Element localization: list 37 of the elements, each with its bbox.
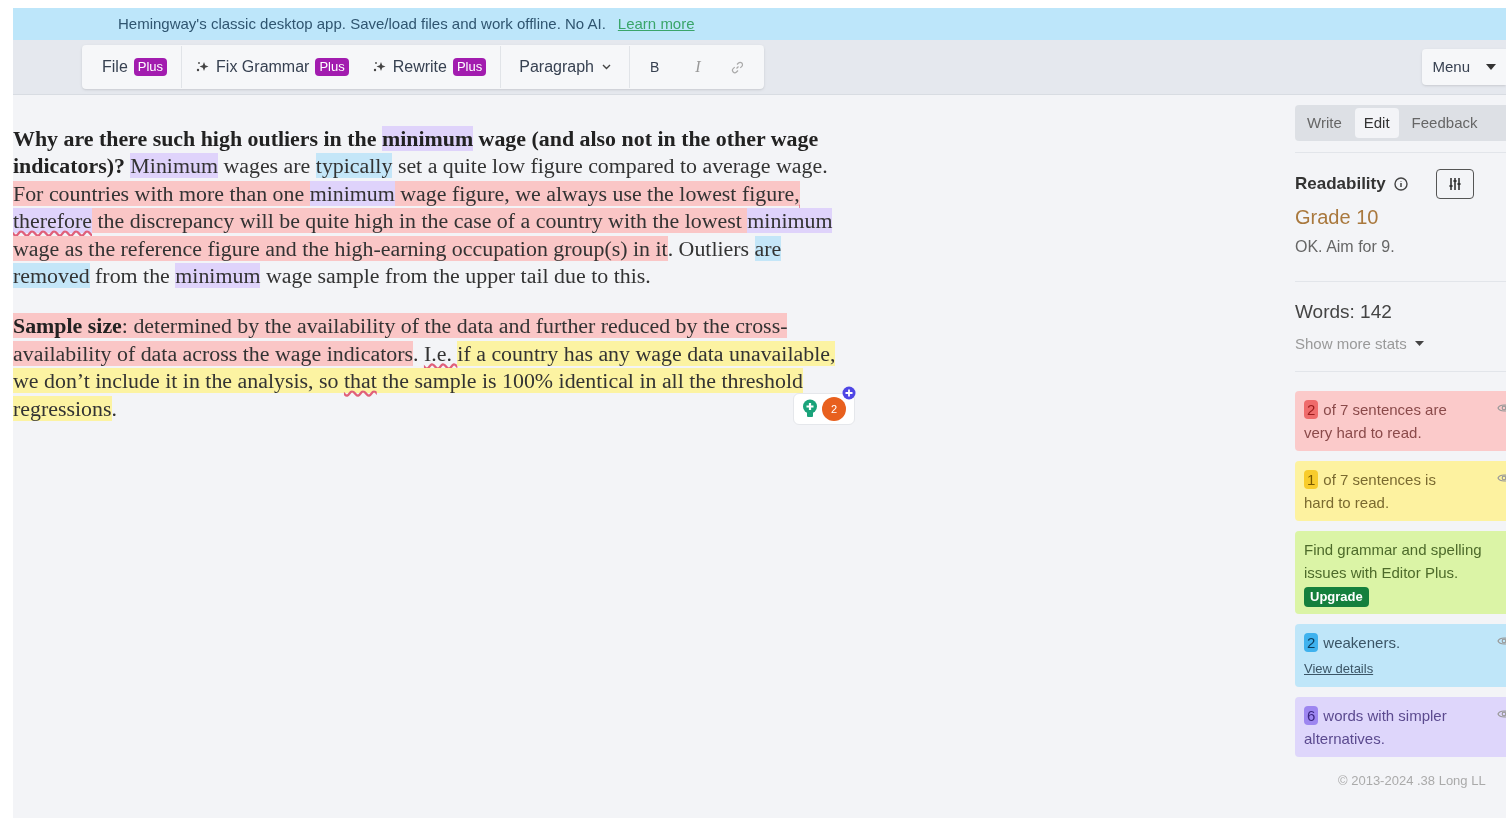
mode-tab[interactable]: Edit bbox=[1354, 108, 1399, 138]
plus-badge: Plus bbox=[452, 58, 487, 76]
info-icon[interactable] bbox=[1393, 177, 1408, 191]
card-text: 2 of 7 sentences are very hard to read. bbox=[1304, 399, 1448, 443]
view-details-link[interactable]: View details bbox=[1304, 657, 1465, 680]
link-icon bbox=[730, 60, 744, 74]
menu-button[interactable]: Menu bbox=[1422, 49, 1506, 85]
caret-icon bbox=[1486, 64, 1496, 70]
readability-heading: Readability bbox=[1295, 173, 1386, 196]
sliders-icon bbox=[1447, 177, 1462, 191]
plus-icon bbox=[842, 386, 856, 400]
plus-badge: Plus bbox=[133, 58, 168, 76]
toolbar-button[interactable]: File Plus bbox=[90, 45, 180, 89]
mode-tab[interactable]: Write bbox=[1298, 108, 1351, 138]
toolbar-button[interactable]: Fix Grammar Plus bbox=[184, 45, 361, 89]
bold-button[interactable]: B bbox=[631, 45, 678, 89]
card-text: 2 weakeners. bbox=[1304, 631, 1465, 654]
card-text: Find grammar and spelling issues with Editor Plus. bbox=[1304, 540, 1483, 583]
lightbulb-icon bbox=[802, 399, 818, 419]
count-badge: 2 bbox=[822, 397, 846, 421]
word-count: Words: 142 bbox=[1295, 300, 1393, 324]
grade-level: Grade 10 bbox=[1295, 205, 1380, 230]
caret-icon bbox=[1414, 341, 1424, 347]
plus-badge: Plus bbox=[315, 58, 349, 76]
copyright-text: © 2013-2024 .38 Long LL bbox=[1337, 772, 1487, 790]
chevron-down-icon bbox=[601, 64, 611, 70]
readability-note: OK. Aim for 9. bbox=[1295, 237, 1396, 257]
upgrade-button[interactable]: Upgrade bbox=[1304, 587, 1369, 607]
card-text: 6 words with simpler alternatives. bbox=[1304, 705, 1448, 749]
card-text: 1 of 7 sentences is hard to read. bbox=[1304, 469, 1437, 513]
toolbar-button[interactable]: Rewrite Plus bbox=[360, 45, 499, 89]
paragraph-dropdown[interactable]: Paragraph bbox=[503, 45, 627, 89]
banner-text: Hemingway's classic desktop app. Save/load files and work offline. No AI. bbox=[118, 13, 606, 34]
mode-tab[interactable]: Feedback bbox=[1402, 108, 1487, 138]
settings-button[interactable] bbox=[1435, 169, 1474, 199]
paragraph: Why are there such high outliers in the minimum wage (and also not in the other wage indicators)? Minimum wages are typically set a quite low figure compared to average wage. For countries with more than one minimum wage figure, we always use the lowest figure, therefore the discrepancy will be quite high in the case of a country with the lowest minimum wage as the reference figure and the high-earning occupation group(s) in it. Outliers are removed from the minimum wage sample from the upper tail due to this. bbox=[13, 125, 834, 290]
assistant-widget[interactable]: 2 bbox=[793, 393, 855, 425]
